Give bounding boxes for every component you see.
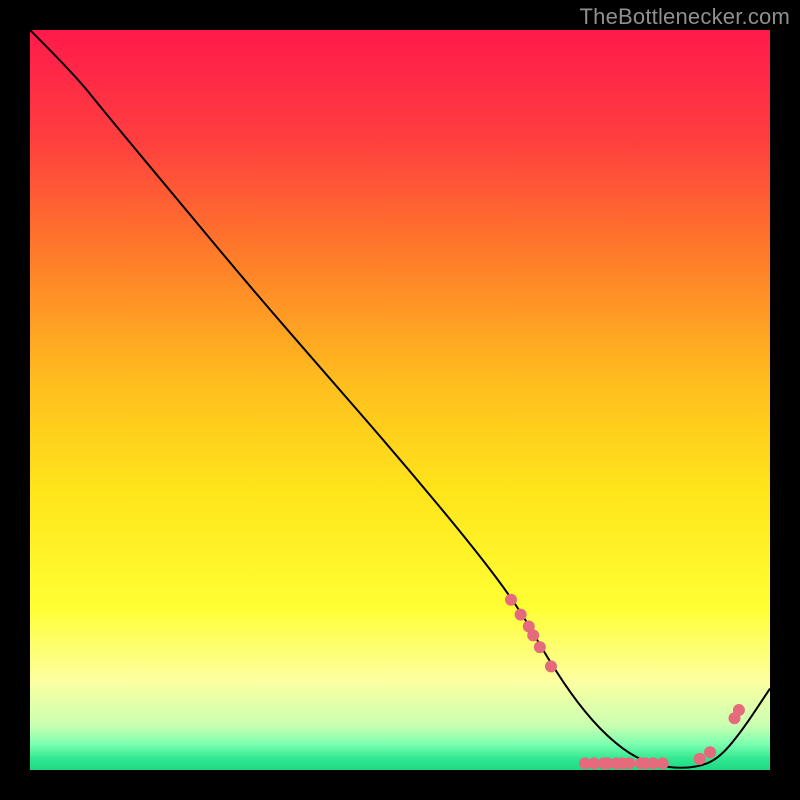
marker-dot xyxy=(515,609,527,621)
marker-dot xyxy=(657,757,669,769)
marker-dot xyxy=(527,629,539,641)
marker-dot xyxy=(704,746,716,758)
marker-dot xyxy=(545,660,557,672)
marker-dot xyxy=(623,757,635,769)
marker-dot xyxy=(733,704,745,716)
chart-svg xyxy=(30,30,770,770)
plot-area xyxy=(30,30,770,770)
chart-frame: TheBottlenecker.com xyxy=(0,0,800,800)
chart-background xyxy=(30,30,770,770)
marker-dot xyxy=(505,594,517,606)
marker-dot xyxy=(694,753,706,765)
marker-dot xyxy=(534,641,546,653)
attribution-label: TheBottlenecker.com xyxy=(580,4,790,30)
